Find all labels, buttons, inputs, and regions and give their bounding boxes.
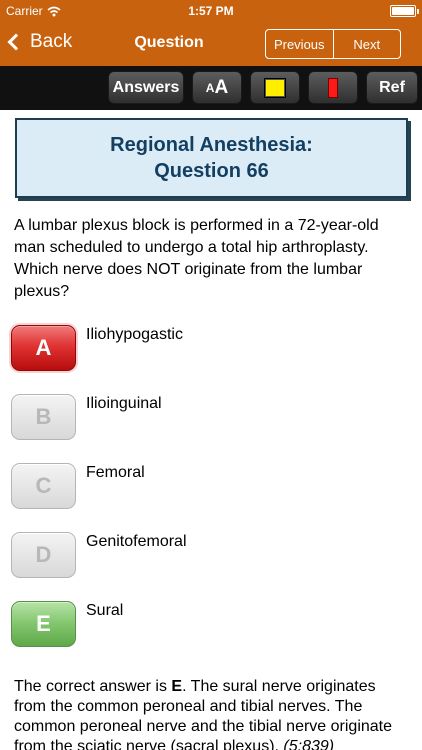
choice-d-button[interactable]: D (11, 532, 76, 578)
previous-button[interactable]: Previous (266, 30, 333, 58)
choice-a-text: Iliohypogastic (86, 326, 183, 343)
choice-e[interactable]: E Sural (11, 601, 411, 649)
explanation-prefix: The correct answer is (14, 678, 172, 695)
font-size-button[interactable]: AA (192, 71, 242, 104)
font-size-big-label: A (214, 76, 229, 98)
correct-answer-letter: E (171, 678, 183, 695)
question-title-box: Regional Anesthesia: Question 66 (15, 118, 408, 198)
back-label: Back (30, 31, 73, 52)
choice-e-text: Sural (86, 602, 124, 619)
navigation-bar: Back Question Previous Next (0, 22, 422, 66)
battery-icon (390, 5, 419, 17)
font-size-small-label: A (205, 80, 215, 95)
highlighter-icon (265, 78, 285, 97)
previous-next-control: Previous Next (265, 29, 401, 59)
choice-b-button[interactable]: B (11, 394, 76, 440)
status-bar: Carrier 1:57 PM (0, 0, 422, 22)
choice-e-button[interactable]: E (11, 601, 76, 647)
flag-icon (328, 77, 338, 98)
choice-b[interactable]: B Ilioinguinal (11, 394, 411, 442)
choice-c[interactable]: C Femoral (11, 463, 411, 511)
question-text: A lumbar plexus block is performed in a … (14, 217, 379, 300)
explanation-reference: (5:839) (283, 738, 335, 750)
choice-a[interactable]: A Iliohypogastic (11, 325, 411, 373)
page-title: Question (134, 34, 204, 51)
choice-d-text: Genitofemoral (86, 533, 187, 550)
choice-a-button[interactable]: A (11, 325, 76, 371)
status-time: 1:57 PM (188, 4, 234, 18)
back-button[interactable]: Back (7, 31, 73, 53)
choice-c-text: Femoral (86, 464, 145, 481)
toolbar: Answers AA Ref (0, 66, 422, 110)
answer-explanation: The correct answer is E. The sural nerve… (14, 677, 410, 750)
highlight-button[interactable] (250, 71, 300, 104)
choice-c-button[interactable]: C (11, 463, 76, 509)
choice-d[interactable]: D Genitofemoral (11, 532, 411, 580)
choice-b-text: Ilioinguinal (86, 395, 162, 412)
answers-button[interactable]: Answers (108, 71, 184, 104)
title-question-number: Question 66 (154, 160, 269, 182)
next-button[interactable]: Next (332, 30, 401, 58)
flag-button[interactable] (308, 71, 358, 104)
title-category: Regional Anesthesia: (110, 134, 313, 156)
chevron-left-icon (7, 33, 25, 51)
reference-button[interactable]: Ref (366, 71, 418, 104)
